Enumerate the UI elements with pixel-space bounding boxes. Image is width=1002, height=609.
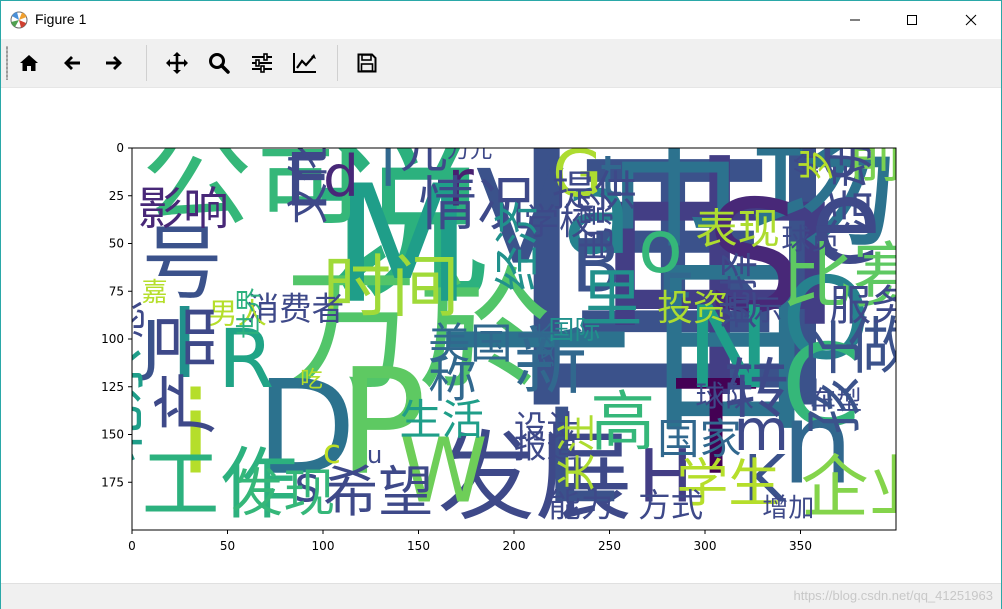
minimize-button[interactable]: [832, 1, 878, 39]
cloud-word-vertical: 关注: [555, 414, 600, 492]
x-tick-label: 200: [503, 539, 526, 553]
cloud-word: 企业: [801, 449, 937, 528]
home-icon: [20, 55, 38, 71]
cloud-word-vertical: 经济: [491, 200, 544, 291]
cloud-word: 吃: [300, 367, 323, 393]
subplots-config-icon: [252, 53, 272, 73]
cloud-word-vertical: 技术: [532, 322, 558, 367]
cloud-word-vertical: 世界: [235, 287, 265, 339]
watermark-text: https://blog.csdn.net/qq_41251963: [793, 588, 994, 603]
zoom-icon: [209, 53, 230, 74]
x-tick-label: 350: [789, 539, 812, 553]
y-tick-label: 25: [109, 189, 124, 203]
pan-icon: [166, 52, 188, 74]
y-tick-label: 75: [109, 284, 124, 298]
x-tick-label: 300: [694, 539, 717, 553]
cloud-word: 方式: [638, 487, 703, 525]
cloud-word-vertical: 岁: [797, 147, 838, 183]
cloud-word: 影响: [138, 182, 229, 235]
figure-window: Figure 1 国 中 说 市场 万於 一日 M V S e a 公司 发展 …: [0, 0, 1002, 609]
pan-button[interactable]: [159, 45, 195, 81]
x-tick-label: 250: [598, 539, 621, 553]
minimize-icon: [850, 19, 860, 21]
forward-button[interactable]: [96, 45, 132, 81]
cloud-word-vertical: 电影: [578, 191, 619, 262]
title-bar[interactable]: Figure 1: [1, 1, 1001, 39]
back-arrow-icon: [64, 56, 80, 70]
y-tick-label: 175: [101, 475, 124, 489]
x-tick-label: 0: [128, 539, 136, 553]
x-tick-label: 150: [407, 539, 430, 553]
save-button[interactable]: [349, 45, 385, 81]
navigation-toolbar: [1, 39, 1001, 88]
x-tick-label: 100: [312, 539, 335, 553]
maximize-icon: [907, 15, 917, 25]
y-tick-label: 125: [101, 380, 124, 394]
cloud-word-vertical: 北京: [84, 346, 152, 463]
close-icon: [965, 14, 977, 26]
cloud-word: 生活: [399, 396, 483, 445]
subplots-button[interactable]: [244, 45, 280, 81]
cloud-word: 表现: [695, 205, 779, 254]
y-tick-label: 150: [101, 428, 124, 442]
wordcloud-image: 国中说 市场万於一日M V Sea公司发展PD L TN OCniIJ RWEd r GtB oFU…: [84, 96, 937, 530]
toolbar-grip[interactable]: [6, 46, 8, 80]
cloud-word: 增加: [762, 494, 814, 524]
zoom-button[interactable]: [201, 45, 237, 81]
forward-arrow-icon: [106, 56, 122, 70]
y-tick-label: 50: [109, 237, 124, 251]
toolbar-separator: [337, 45, 338, 81]
save-icon: [357, 53, 377, 73]
home-button[interactable]: [11, 45, 47, 81]
y-tick-label: 100: [101, 332, 124, 346]
cloud-word-vertical: 选择: [718, 251, 763, 329]
cloud-word: 发现: [231, 464, 335, 524]
cloud-word-vertical: 文化: [284, 140, 333, 224]
cloud-word-vertical: 管理: [239, 96, 269, 148]
close-button[interactable]: [948, 1, 994, 39]
edit-axis-button[interactable]: [287, 45, 323, 81]
wordcloud-axes: 国中说 市场万於一日M V Sea公司发展PD L TN OCniIJ RWEd r GtB oFU…: [84, 96, 937, 553]
cloud-word-vertical: 产品: [149, 305, 224, 435]
figure-canvas[interactable]: 国中说市场 万於 一日 M V Se a 公司 发展 P D L T N O Cn i I J R W Ed r Gt Bo F U…: [1, 88, 1001, 583]
cloud-word: 万元: [447, 138, 492, 164]
cloud-word: l: [380, 134, 396, 200]
status-bar: https://blog.csdn.net/qq_41251963: [1, 583, 1001, 609]
cloud-word: 球队: [695, 379, 753, 413]
y-tick-label: 0: [116, 141, 124, 155]
cloud-word: 希望: [323, 461, 433, 525]
edit-axis-icon: [293, 53, 316, 73]
cloud-word-vertical: 孩子: [800, 318, 868, 435]
window-title: Figure 1: [35, 11, 87, 27]
back-button[interactable]: [54, 45, 90, 81]
cloud-word: 美国: [428, 319, 512, 368]
maximize-button[interactable]: [889, 1, 935, 39]
cloud-word: 元: [399, 123, 448, 179]
cloud-word: 国家: [657, 415, 741, 464]
x-tick-label: 50: [220, 539, 235, 553]
toolbar-separator: [146, 45, 147, 81]
matplotlib-app-icon: [10, 11, 28, 29]
